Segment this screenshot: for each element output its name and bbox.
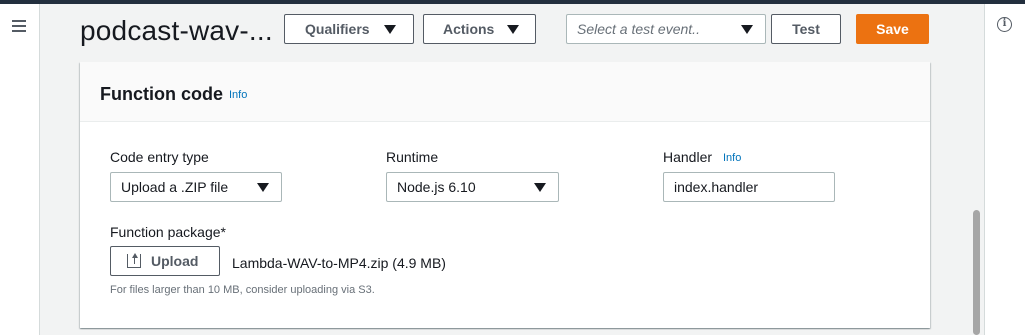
runtime-label: Runtime <box>386 149 439 165</box>
test-button[interactable]: Test <box>771 14 841 44</box>
menu-icon[interactable] <box>12 20 26 32</box>
help-panel-rail: i <box>984 4 1025 335</box>
runtime-value: Node.js 6.10 <box>397 179 476 195</box>
code-entry-type-value: Upload a .ZIP file <box>121 179 229 195</box>
save-button[interactable]: Save <box>856 14 929 44</box>
qualifiers-dropdown-button[interactable]: Qualifiers <box>284 14 414 44</box>
panel-header: Function code Info <box>80 62 930 122</box>
code-entry-type-label: Code entry type <box>110 149 209 165</box>
qualifiers-label: Qualifiers <box>305 21 370 37</box>
function-package-label: Function package* <box>110 224 226 240</box>
test-event-select[interactable]: Select a test event.. <box>566 14 766 44</box>
test-event-placeholder: Select a test event.. <box>577 21 700 37</box>
function-code-panel: Function code Info Code entry type Uploa… <box>80 62 930 328</box>
test-label: Test <box>792 21 820 37</box>
uploaded-file-name: Lambda-WAV-to-MP4.zip (4.9 MB) <box>232 255 446 271</box>
upload-hint: For files larger than 10 MB, consider up… <box>110 284 375 296</box>
upload-button[interactable]: Upload <box>110 246 220 276</box>
handler-info-link[interactable]: Info <box>723 151 741 165</box>
upload-icon <box>127 253 141 268</box>
handler-input[interactable]: index.handler <box>663 172 835 202</box>
upload-label: Upload <box>151 253 199 269</box>
function-title: podcast-wav-... <box>80 15 273 46</box>
scrollbar-thumb[interactable] <box>973 210 980 335</box>
caret-down-icon <box>507 25 519 34</box>
info-link[interactable]: Info <box>229 88 247 102</box>
runtime-select[interactable]: Node.js 6.10 <box>386 172 559 202</box>
left-nav-rail <box>0 4 40 335</box>
caret-down-icon <box>534 183 546 192</box>
actions-label: Actions <box>443 21 495 37</box>
handler-label: Handler <box>663 149 713 165</box>
actions-dropdown-button[interactable]: Actions <box>423 14 536 44</box>
caret-down-icon <box>384 25 396 34</box>
panel-title: Function code <box>100 84 223 104</box>
caret-down-icon <box>741 25 753 34</box>
info-circle-icon[interactable]: i <box>997 17 1012 32</box>
top-nav-bar <box>0 0 1025 4</box>
code-entry-type-select[interactable]: Upload a .ZIP file <box>110 172 282 202</box>
caret-down-icon <box>257 183 269 192</box>
save-label: Save <box>876 21 909 37</box>
